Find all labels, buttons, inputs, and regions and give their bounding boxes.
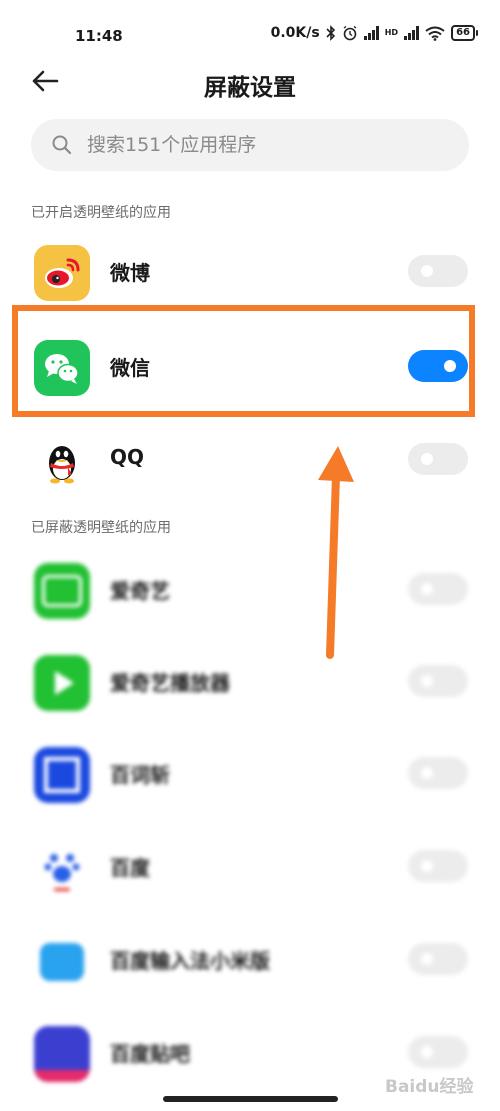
weibo-icon [34,245,90,301]
app-name: 爱奇艺播放器 [110,671,230,695]
qq-icon [34,433,90,489]
baidu-toggle[interactable] [408,850,468,882]
watermark-text: Baidu经验 [385,1077,474,1097]
signal-icon-2 [404,26,420,40]
app-row-qq: QQ [0,415,500,505]
bluetooth-icon [326,25,335,41]
battery-level: 66 [451,25,475,41]
search-icon [52,135,72,155]
page-title: 屏蔽设置 [204,75,296,101]
section-label-enabled: 已开启透明壁纸的应用 [31,205,171,221]
annotation-arrow-icon [318,446,354,659]
app-row-weibo: 微博 [0,227,500,317]
iqiyi-player-icon [34,655,90,711]
iqiyi-icon [34,563,90,619]
iqiyi-toggle[interactable] [408,573,468,605]
app-row-baidu-input: 百度输入法小米版 [0,915,500,1005]
baidu-input-toggle[interactable] [408,943,468,975]
section-label-blocked: 已屏蔽透明壁纸的应用 [31,520,171,536]
status-icons: 0.0K/s HD 66 [271,25,478,41]
signal-icon [363,26,379,40]
iqiyi-player-toggle[interactable] [408,665,468,697]
wifi-icon [425,26,445,41]
net-speed: 0.0K/s [270,25,320,41]
baidu-tieba-toggle[interactable] [408,1036,468,1068]
baicizhan-icon [34,747,90,803]
app-name: 微博 [110,261,150,285]
app-name: 百度输入法小米版 [110,949,270,973]
app-name: 百度 [110,856,150,880]
search-input[interactable] [85,133,429,157]
baicizhan-toggle[interactable] [408,757,468,789]
status-time: 11:48 [75,27,123,45]
app-row-iqiyi-player: 爱奇艺播放器 [0,637,500,727]
alarm-icon [343,25,357,41]
app-row-iqiyi: 爱奇艺 [0,545,500,635]
app-name: 百词斩 [110,763,170,787]
baidu-tieba-icon [34,1026,90,1082]
app-name: QQ [110,445,145,469]
app-name: 爱奇艺 [110,579,170,603]
baidu-icon [34,840,90,896]
hd-label: HD [384,28,399,37]
app-row-baicizhan: 百词斩 [0,729,500,819]
app-name: 百度贴吧 [110,1042,190,1066]
weibo-toggle[interactable] [408,255,468,287]
highlight-box [12,305,475,417]
qq-toggle[interactable] [408,443,468,475]
header: 屏蔽设置 [0,56,500,108]
battery-icon: 66 [451,25,478,41]
search-box[interactable] [31,119,469,171]
baidu-input-icon [34,933,90,989]
app-row-baidu: 百度 [0,822,500,912]
home-indicator [163,1096,338,1102]
